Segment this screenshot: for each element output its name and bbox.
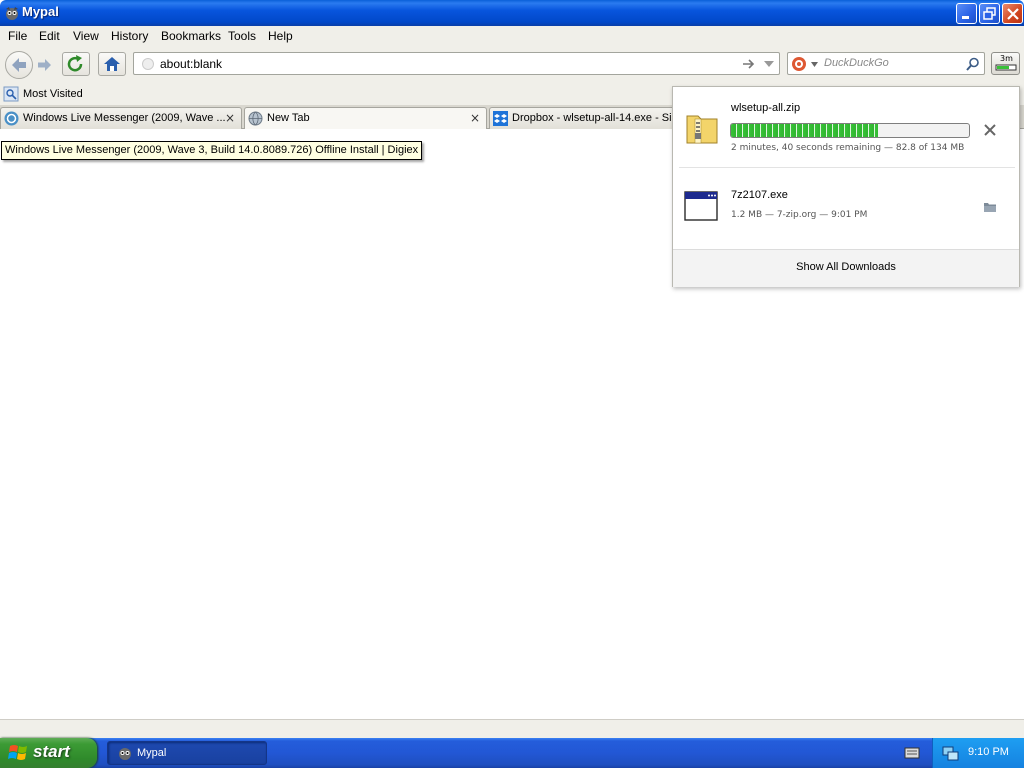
- cancel-download-icon[interactable]: [983, 123, 997, 137]
- globe-icon: [248, 111, 263, 126]
- forward-button[interactable]: [34, 56, 56, 74]
- taskbar: start Mypal 9:10 PM: [0, 738, 1024, 768]
- menu-history[interactable]: History: [111, 29, 148, 43]
- back-arrow-icon: [12, 58, 26, 72]
- dropbox-favicon-icon: [493, 111, 508, 126]
- network-icon[interactable]: [941, 744, 959, 762]
- mypal-app-icon: [6, 7, 18, 20]
- tab-close-button[interactable]: ×: [470, 111, 480, 125]
- tab-windows-live-messenger[interactable]: Windows Live Messenger (2009, Wave ... ×: [0, 107, 242, 129]
- back-button[interactable]: [5, 51, 33, 79]
- navigation-toolbar: about:blank DuckDuckGo 3m: [0, 46, 1024, 84]
- close-icon: [1007, 8, 1019, 20]
- search-icon[interactable]: [966, 57, 980, 71]
- downloads-panel: wlsetup-all.zip 2 minutes, 40 seconds re…: [672, 86, 1020, 287]
- tab-label: Windows Live Messenger (2009, Wave ...: [23, 112, 226, 124]
- menu-help[interactable]: Help: [268, 29, 293, 43]
- window-titlebar[interactable]: Mypal: [0, 0, 1024, 26]
- windows-logo-icon: [8, 745, 27, 760]
- download-item-7z2107[interactable]: 7z2107.exe 1.2 MB — 7-zip.org — 9:01 PM: [673, 168, 1019, 248]
- close-button[interactable]: [1002, 3, 1023, 24]
- download-progress-fill: [731, 124, 879, 137]
- duckduckgo-icon[interactable]: [791, 55, 809, 73]
- tab-label: New Tab: [267, 112, 310, 124]
- download-progress-icon: [995, 64, 1017, 71]
- mypal-taskbar-icon: [119, 748, 131, 760]
- start-label: start: [33, 742, 70, 761]
- exe-file-icon: [684, 191, 718, 221]
- url-bar[interactable]: about:blank: [133, 52, 780, 75]
- tab-tooltip: Windows Live Messenger (2009, Wave 3, Bu…: [1, 141, 423, 160]
- show-all-downloads-button[interactable]: Show All Downloads: [673, 261, 1019, 273]
- window-title: Mypal: [22, 4, 59, 19]
- tab-dropbox[interactable]: Dropbox - wlsetup-all-14.exe - Sim: [489, 107, 689, 129]
- minimize-icon: [962, 16, 969, 19]
- engine-dropdown-icon[interactable]: [811, 61, 819, 69]
- bookmark-most-visited[interactable]: Most Visited: [23, 88, 83, 100]
- search-bar[interactable]: DuckDuckGo: [787, 52, 985, 75]
- home-button[interactable]: [98, 52, 126, 76]
- menu-bar: File Edit View History Bookmarks Tools H…: [0, 26, 1024, 46]
- tab-label: Dropbox - wlsetup-all-14.exe - Sim: [512, 112, 681, 124]
- menu-edit[interactable]: Edit: [39, 29, 60, 43]
- clock[interactable]: 9:10 PM: [968, 746, 1009, 758]
- download-status: 2 minutes, 40 seconds remaining — 82.8 o…: [731, 143, 965, 153]
- digiex-favicon-icon: [4, 111, 19, 126]
- system-tray: 9:10 PM: [932, 738, 1024, 768]
- download-filename: 7z2107.exe: [731, 189, 788, 201]
- open-folder-icon[interactable]: [983, 201, 997, 213]
- download-item-wlsetup[interactable]: wlsetup-all.zip 2 minutes, 40 seconds re…: [673, 87, 1019, 167]
- tab-new-tab[interactable]: New Tab ×: [244, 107, 487, 130]
- status-bar: [0, 719, 1024, 738]
- restore-button[interactable]: [979, 3, 1000, 24]
- download-filename: wlsetup-all.zip: [731, 102, 801, 114]
- keyboard-icon[interactable]: [904, 746, 920, 760]
- url-text: about:blank: [160, 57, 223, 71]
- start-button[interactable]: start: [0, 738, 97, 768]
- restore-icon: [983, 7, 996, 20]
- downloads-footer: Show All Downloads: [673, 249, 1019, 287]
- downloads-button[interactable]: 3m: [991, 52, 1020, 75]
- taskbar-item-mypal[interactable]: Mypal: [107, 741, 267, 765]
- download-status: 1.2 MB — 7-zip.org — 9:01 PM: [731, 210, 868, 220]
- most-visited-icon: [3, 86, 19, 102]
- go-arrow-icon[interactable]: [742, 57, 756, 71]
- reload-icon: [67, 55, 83, 72]
- zip-file-icon: [686, 115, 718, 144]
- url-dropdown-icon[interactable]: [763, 59, 775, 71]
- menu-view[interactable]: View: [73, 29, 99, 43]
- minimize-button[interactable]: [956, 3, 977, 24]
- download-progress-bar: [730, 123, 970, 138]
- page-identity-icon: [142, 58, 154, 70]
- tab-close-button[interactable]: ×: [225, 111, 235, 125]
- forward-arrow-icon: [38, 59, 51, 71]
- menu-bookmarks[interactable]: Bookmarks: [161, 29, 221, 43]
- menu-tools[interactable]: Tools: [228, 29, 256, 43]
- home-icon: [104, 57, 120, 71]
- reload-button[interactable]: [62, 52, 90, 76]
- menu-file[interactable]: File: [8, 29, 27, 43]
- taskbar-item-label: Mypal: [137, 747, 167, 759]
- search-placeholder: DuckDuckGo: [824, 57, 889, 69]
